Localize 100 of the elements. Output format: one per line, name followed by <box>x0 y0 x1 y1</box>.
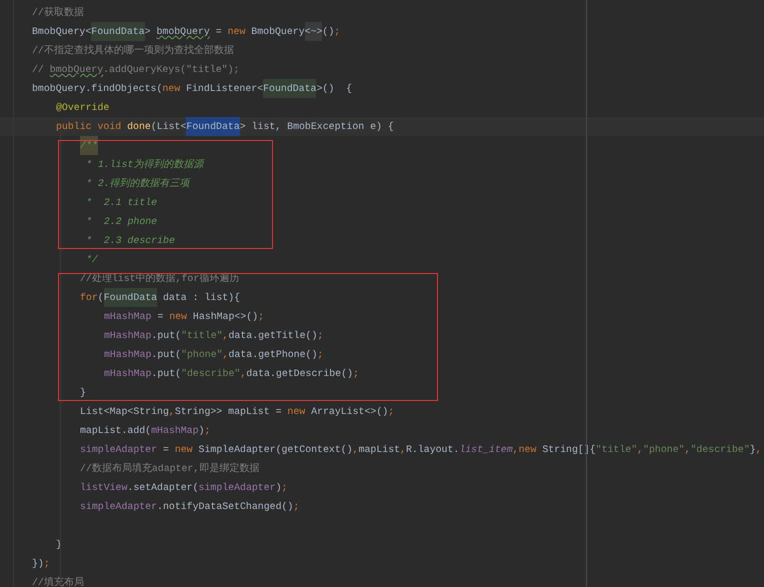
code-text: .setAdapter( <box>127 481 199 495</box>
keyword: new <box>162 82 180 96</box>
type-name: FoundData <box>263 79 316 98</box>
keyword: ; <box>317 348 324 362</box>
code-comment: //不指定查找具体的哪一项则为查找全部数据 <box>32 44 234 58</box>
code-text: R.layout. <box>406 443 460 457</box>
field-name: mHashMap <box>104 367 152 381</box>
string-literal: "title" <box>596 443 638 457</box>
keyword: for <box>80 291 98 305</box>
code-text: List<Map<String <box>80 405 169 419</box>
keyword: new <box>174 443 193 457</box>
field-name: simpleAdapter <box>80 500 158 514</box>
code-text: data.getDescribe() <box>246 367 353 381</box>
code-text: } <box>80 386 86 400</box>
type-name: FoundData <box>104 288 158 307</box>
code-text: } <box>750 443 756 457</box>
keyword: , <box>168 405 175 419</box>
code-text: ) <box>198 424 204 438</box>
keyword: , <box>684 443 690 457</box>
code-comment: // <box>32 63 45 77</box>
keyword: new <box>518 443 536 457</box>
code-text: mapList <box>358 443 400 457</box>
code-text: ArrayList<>() <box>310 405 388 419</box>
keyword: public void <box>56 120 122 134</box>
string-literal: "phone" <box>643 443 685 457</box>
code-comment: bmobQuery <box>50 63 104 77</box>
code-text: }) <box>32 557 44 571</box>
keyword: , <box>240 367 246 381</box>
code-comment: .addQueryKeys("title"); <box>103 63 240 77</box>
keyword: ; <box>258 310 264 324</box>
code-text: mapList.add( <box>80 424 152 438</box>
code-text: ) <box>276 481 282 495</box>
keyword: ; <box>293 500 300 514</box>
keyword: new <box>287 405 306 419</box>
code-comment: //获取数据 <box>32 6 84 20</box>
code-text: BmobQuery< <box>32 25 92 39</box>
keyword: new <box>228 25 246 39</box>
code-text: ( <box>98 291 104 305</box>
variable-name: bmobQuery <box>156 25 210 39</box>
keyword: , <box>637 443 644 457</box>
code-text: >() { <box>316 82 352 96</box>
code-text: > list, BmobException e) { <box>240 120 394 134</box>
doc-comment: */ <box>86 253 98 267</box>
code-text: = <box>162 443 170 457</box>
code-text: HashMap<>() <box>192 310 258 324</box>
string-literal: "describe" <box>181 367 240 381</box>
field-name: simpleAdapter <box>198 481 276 495</box>
keyword: , <box>512 443 519 457</box>
doc-comment: /** <box>80 136 98 155</box>
doc-comment: * 2.3 describe <box>86 234 175 248</box>
code-text: .put( <box>151 329 182 343</box>
type-name: FoundData <box>186 117 240 136</box>
field-name: list_item <box>459 443 513 457</box>
keyword: , <box>400 443 406 457</box>
code-text: .put( <box>151 348 182 362</box>
keyword: , <box>352 443 359 457</box>
folded-type-args: <~> <box>304 22 322 41</box>
keyword: ; <box>388 405 394 419</box>
code-text: .notifyDataSetChanged() <box>157 500 294 514</box>
keyword: , <box>222 329 228 343</box>
keyword: ; <box>44 557 50 571</box>
code-text: = <box>214 25 223 39</box>
field-name: mHashMap <box>104 329 152 343</box>
field-name: mHashMap <box>151 424 199 438</box>
field-name: listView <box>80 481 128 495</box>
doc-comment: * 2.1 title <box>86 196 158 210</box>
code-text: String[]{ <box>541 443 596 457</box>
code-text: FindListener< <box>185 82 264 96</box>
code-text: (List< <box>150 120 186 134</box>
code-text: bmobQuery.findObjects( <box>32 82 162 96</box>
code-text: SimpleAdapter(getContext() <box>198 443 353 457</box>
string-literal: "describe" <box>690 443 750 457</box>
code-text: data : list){ <box>162 291 240 305</box>
code-text: .put( <box>151 367 182 381</box>
string-literal: "phone" <box>181 348 223 362</box>
code-text: data.getPhone() <box>228 348 318 362</box>
type-name: FoundData <box>91 22 145 41</box>
annotation: @Override <box>56 101 110 115</box>
keyword: ; <box>317 329 324 343</box>
keyword: , <box>222 348 228 362</box>
code-comment: //数据布局填充adapter,即是绑定数据 <box>80 462 260 476</box>
keyword: , <box>756 443 762 457</box>
code-text: () <box>322 25 334 39</box>
keyword: ; <box>204 424 210 438</box>
doc-comment: * 1.list为得到的数据源 <box>86 158 204 172</box>
code-text: BmobQuery <box>250 25 305 39</box>
method-name: done <box>127 120 151 134</box>
keyword: ; <box>282 481 288 495</box>
keyword: ; <box>352 367 359 381</box>
code-text: = <box>156 310 164 324</box>
doc-comment: * 2.2 phone <box>86 215 158 229</box>
field-name: mHashMap <box>104 348 152 362</box>
code-text: String>> mapList = <box>174 405 282 419</box>
code-text: > <box>144 25 152 39</box>
field-name: simpleAdapter <box>80 443 158 457</box>
string-literal: "title" <box>181 329 223 343</box>
keyword: new <box>169 310 187 324</box>
field-name: mHashMap <box>104 310 152 324</box>
doc-comment: * 2.得到的数据有三项 <box>86 177 190 191</box>
code-text: data.getTitle() <box>228 329 318 343</box>
